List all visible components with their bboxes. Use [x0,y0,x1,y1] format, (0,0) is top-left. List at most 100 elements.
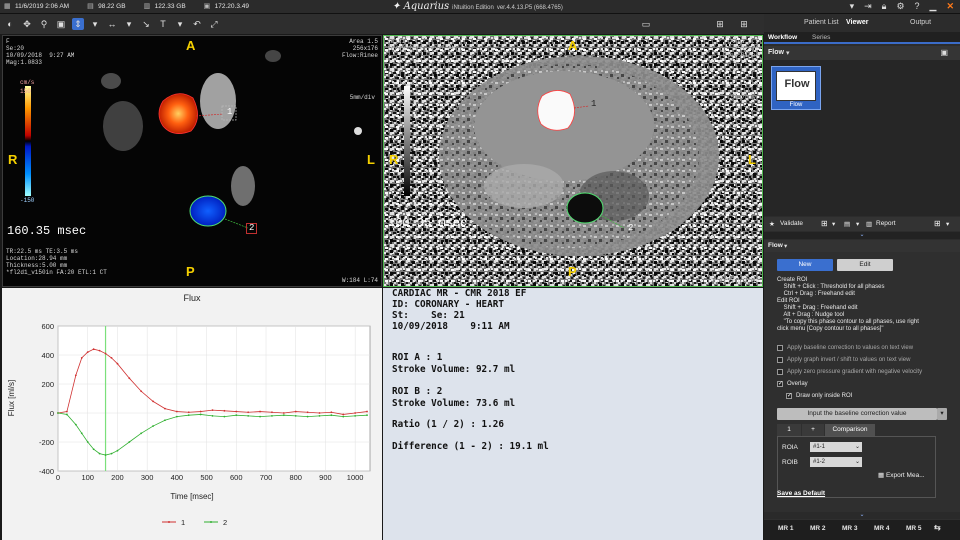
series-point-1 [235,410,238,413]
chart-grid [57,325,371,472]
expand-panel-icon[interactable]: ⊞ [934,219,941,228]
tab-workflow[interactable]: Workflow [768,34,797,41]
tab-mr-4[interactable]: MR 4 [874,525,890,532]
series-point-2 [271,415,273,417]
settings-gear-icon[interactable]: ⚙ [896,1,904,12]
series-point-1 [74,374,77,377]
roia-select[interactable]: #1-1 ⌄ [810,442,862,452]
checkbox-overlay[interactable]: ✓ Overlay [777,381,808,387]
series-tabs: MR 1 MR 2 MR 3 MR 4 MR 5 ⇆ [764,520,960,540]
undo-icon[interactable]: ↶ [191,18,203,30]
roib-select[interactable]: #1-2 ⌄ [810,457,862,467]
text-annotation-icon[interactable]: T [157,18,169,30]
new-roi-button[interactable]: New [777,259,833,271]
add-panel-icon[interactable]: ⊞ [714,18,726,30]
validate-button[interactable]: Validate [780,220,803,227]
tab-mr-3[interactable]: MR 3 [842,525,858,532]
checkbox-box[interactable] [777,357,783,363]
viewport-velocity-color[interactable]: F Se:20 10/09/2018 9:27 AM Mag:1.0833 Ar… [2,35,382,287]
orientation-left: L [367,152,375,167]
swap-icon[interactable]: ⇆ [934,523,941,532]
monitor-icon[interactable]: ▭ [640,18,652,30]
checkbox-box[interactable] [777,345,783,351]
roi-1-region[interactable] [158,93,198,134]
roi-1-label[interactable]: 1 [588,99,599,110]
tab-patient-list[interactable]: Patient List [804,19,839,26]
dropdown-arrow-icon[interactable]: ▾ [946,220,949,228]
layout-grid-icon[interactable]: ⊞ [738,18,750,30]
orientation-posterior: P [568,264,577,279]
new-window-icon[interactable]: ▣ [940,48,948,57]
save-icon[interactable]: ▤ [844,220,850,228]
chevron-down-icon[interactable]: ▾ [786,49,790,57]
logout-icon[interactable]: ⇥ [864,1,872,12]
report-button[interactable]: Report [876,220,896,227]
comparison-panel: ROIA #1-1 ⌄ ROIB #1-2 ⌄ ▦ Export Mea... [777,436,936,498]
magnify-icon[interactable]: ▣ [55,18,67,30]
window-controls: ▾ ⇥ 🔒︎ ⚙ ? ▁ ✕ [850,1,954,12]
roi-1-contour[interactable] [537,90,575,131]
tab-viewer[interactable]: Viewer [846,19,868,26]
checkbox-graph-invert[interactable]: Apply graph invert / shift to values on … [777,357,910,363]
dropdown-arrow-icon[interactable]: ▾ [850,1,855,12]
save-as-default-link[interactable]: Save as Default [777,490,825,497]
ruler-icon[interactable]: ↔ [106,18,118,30]
series-point-2 [104,454,107,456]
checkmark-icon[interactable]: ✓ [777,381,783,387]
checkbox-zero-pressure[interactable]: Apply zero pressure gradient with negati… [777,369,922,375]
checkmark-icon[interactable]: ✓ [786,393,792,399]
roi-2-contour[interactable] [566,192,604,224]
zoom-icon[interactable]: ⚲ [38,18,50,30]
tab-series[interactable]: Series [812,34,830,41]
roi-1-label[interactable]: 1 [224,107,235,118]
tab-comparison[interactable]: Comparison [825,424,875,436]
close-icon[interactable]: ✕ [946,1,954,12]
flow-protocol-thumbnail[interactable]: Flow Flow [771,66,821,110]
window-level-icon[interactable]: ◐ [4,18,16,30]
checkbox-draw-inside-roi[interactable]: ✓ Draw only inside ROI [786,393,852,399]
help-icon[interactable]: ? [915,1,920,12]
arrow-annotation-icon[interactable]: ↘ [140,18,152,30]
overlay-bottom-right: W:4095 L:2048 [712,277,759,284]
dropdown-arrow-icon[interactable]: ▾ [856,220,859,228]
collapse-toggle-icon[interactable]: ⌄ [764,512,960,519]
series-point-1 [318,412,321,414]
edit-roi-button[interactable]: Edit [837,259,893,271]
series-point-1 [223,409,226,412]
reset-icon[interactable]: ⤢ [208,18,220,30]
collapse-toggle-icon[interactable]: ⌄ [764,232,960,239]
tab-1[interactable]: 1 [777,424,801,436]
app-window: ▦ 11/6/2019 2:06 AM ▤ 98.22 GB ▥ 122.33 GB … [0,0,960,540]
roi-2-region[interactable] [189,195,227,227]
series-point-1 [199,410,202,413]
tab-mr-5[interactable]: MR 5 [906,525,922,532]
tab-output[interactable]: Output [910,19,931,26]
dropdown-arrow-icon[interactable]: ▾ [123,18,135,30]
series-point-1 [140,390,143,393]
viewport-phase-gray[interactable]: Se:21 10/09/2018 9:27 AM Area 1.5 256x17… [383,35,763,287]
checkbox-baseline-correction[interactable]: Apply baseline correction to values on t… [777,345,913,351]
add-icon[interactable]: ⊞ [821,219,828,228]
chevron-down-icon[interactable]: ▾ [784,242,787,250]
roi-2-label[interactable]: 2 [625,223,636,234]
tab-mr-2[interactable]: MR 2 [810,525,826,532]
cine-scroll-icon[interactable]: ⇕ [72,18,84,30]
plot-area [57,325,371,472]
series-point-1 [294,410,297,413]
minimize-icon[interactable]: ▁ [930,1,937,12]
pan-icon[interactable]: ✥ [21,18,33,30]
lock-icon[interactable]: 🔒︎ [882,1,887,12]
checkbox-box[interactable] [777,369,783,375]
chevron-down-icon[interactable]: ▾ [937,408,947,420]
series-point-1 [128,377,131,380]
dropdown-arrow-icon[interactable]: ▾ [174,18,186,30]
tab-mr-1[interactable]: MR 1 [778,525,794,532]
dropdown-arrow-icon[interactable]: ▾ [89,18,101,30]
baseline-correction-button[interactable]: Input the baseline correction value [777,408,937,420]
tab-add[interactable]: + [802,424,824,436]
workflow-selector[interactable]: Flow ▾ ▣ [764,46,960,60]
scale-division-label: 5mm/div [730,94,756,101]
export-measurements-button[interactable]: ▦ Export Mea... [878,471,925,479]
dropdown-arrow-icon[interactable]: ▾ [832,220,835,228]
roi-2-label[interactable]: 2 [246,223,258,234]
